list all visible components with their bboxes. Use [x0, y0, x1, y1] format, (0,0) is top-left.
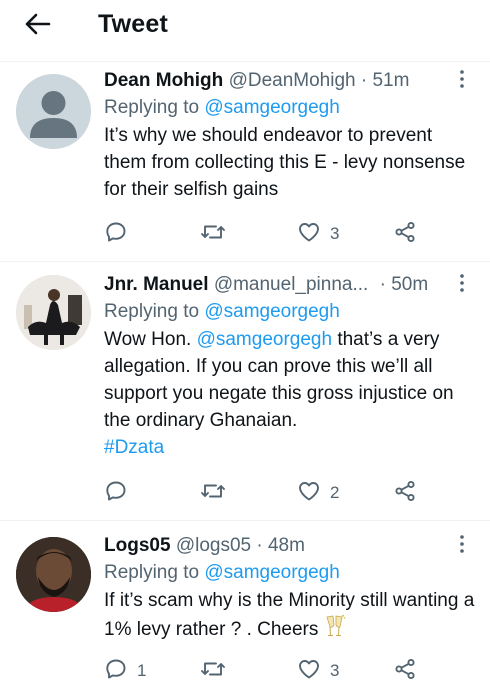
tweet-meta: Logs05 @logs05 · 48m — [104, 533, 476, 559]
hashtag-link[interactable]: #Dzata — [104, 437, 164, 458]
replying-to: Replying to @samgeorgegh — [104, 95, 476, 121]
like-count: 3 — [330, 661, 340, 680]
replying-to: Replying to @samgeorgegh — [104, 299, 476, 325]
more-vertical-icon — [459, 273, 465, 298]
reply-button[interactable] — [104, 479, 137, 507]
replying-mention[interactable]: @samgeorgegh — [204, 97, 339, 118]
timestamp[interactable]: 48m — [268, 535, 305, 556]
like-button[interactable]: 3 — [297, 657, 339, 685]
tweet-actions: 2 — [104, 479, 424, 507]
tweet-reply[interactable]: Dean Mohigh @DeanMohigh · 51m Replying t… — [0, 62, 490, 262]
replying-label: Replying to — [104, 301, 200, 322]
display-name[interactable]: Dean Mohigh — [104, 70, 223, 91]
tweet-text: If it’s scam why is the Minority still w… — [104, 587, 476, 646]
more-button[interactable] — [452, 533, 472, 559]
like-count: 2 — [330, 483, 340, 502]
user-handle[interactable]: @DeanMohigh — [229, 70, 356, 91]
retweet-button[interactable] — [200, 479, 235, 507]
heart-icon — [297, 479, 321, 508]
more-button[interactable] — [452, 68, 472, 94]
user-handle[interactable]: @logs05 — [176, 535, 251, 556]
reply-icon — [104, 657, 128, 686]
share-icon — [393, 220, 417, 249]
more-button[interactable] — [452, 272, 472, 298]
retweet-icon — [200, 220, 226, 249]
avatar-default-icon[interactable] — [16, 74, 91, 149]
avatar-photo[interactable] — [16, 275, 91, 350]
tweet-actions: 1 3 — [104, 657, 424, 685]
share-button[interactable] — [393, 479, 417, 507]
retweet-button[interactable] — [200, 657, 235, 685]
more-vertical-icon — [459, 534, 465, 559]
replying-to: Replying to @samgeorgegh — [104, 560, 476, 586]
tweet-actions: 3 — [104, 220, 424, 248]
reply-icon — [104, 479, 128, 508]
reply-button[interactable] — [104, 220, 137, 248]
tweet-meta: Jnr. Manuel @manuel_pinna... · 50m — [104, 272, 476, 298]
display-name[interactable]: Jnr. Manuel — [104, 274, 209, 295]
replying-label: Replying to — [104, 97, 200, 118]
arrow-left-icon — [25, 13, 51, 40]
timestamp[interactable]: 50m — [391, 274, 428, 295]
share-button[interactable] — [393, 220, 417, 248]
meta-separator: · — [256, 535, 263, 556]
more-vertical-icon — [459, 69, 465, 94]
heart-icon — [297, 220, 321, 249]
page-title: Tweet — [98, 10, 168, 38]
inline-mention[interactable]: @samgeorgegh — [197, 329, 332, 350]
text-segment: Wow Hon. — [104, 329, 197, 350]
user-handle[interactable]: @manuel_pinna... — [214, 274, 369, 295]
tweet-text: It’s why we should endeavor to prevent t… — [104, 125, 466, 200]
share-icon — [393, 657, 417, 686]
share-icon — [393, 479, 417, 508]
replying-mention[interactable]: @samgeorgegh — [204, 301, 339, 322]
retweet-icon — [200, 657, 226, 686]
meta-separator: · — [360, 70, 368, 91]
share-button[interactable] — [393, 657, 417, 685]
tweet-reply[interactable]: Jnr. Manuel @manuel_pinna... · 50m Reply… — [0, 262, 490, 521]
retweet-button[interactable] — [200, 220, 235, 248]
like-count: 3 — [330, 224, 340, 243]
text-segment: If it’s scam why is the Minority still w… — [104, 590, 475, 640]
reply-button[interactable]: 1 — [104, 657, 146, 685]
clinking-glasses-emoji — [324, 614, 346, 646]
timestamp[interactable]: 51m — [372, 70, 409, 91]
reply-icon — [104, 220, 128, 249]
reply-count: 1 — [137, 661, 147, 680]
tweet-text: Wow Hon. @samgeorgegh that’s a very alle… — [104, 326, 476, 461]
retweet-icon — [200, 479, 226, 508]
like-button[interactable]: 3 — [297, 220, 339, 248]
tweet-reply[interactable]: Logs05 @logs05 · 48m Replying to @samgeo… — [0, 521, 490, 691]
back-button[interactable] — [20, 8, 56, 44]
top-bar: Tweet — [0, 0, 490, 62]
replying-mention[interactable]: @samgeorgegh — [204, 562, 339, 583]
meta-separator: · — [379, 274, 386, 295]
display-name[interactable]: Logs05 — [104, 535, 171, 556]
like-button[interactable]: 2 — [297, 479, 339, 507]
heart-icon — [297, 657, 321, 686]
tweet-meta: Dean Mohigh @DeanMohigh · 51m — [104, 68, 476, 94]
avatar-photo[interactable] — [16, 537, 91, 612]
replying-label: Replying to — [104, 562, 200, 583]
